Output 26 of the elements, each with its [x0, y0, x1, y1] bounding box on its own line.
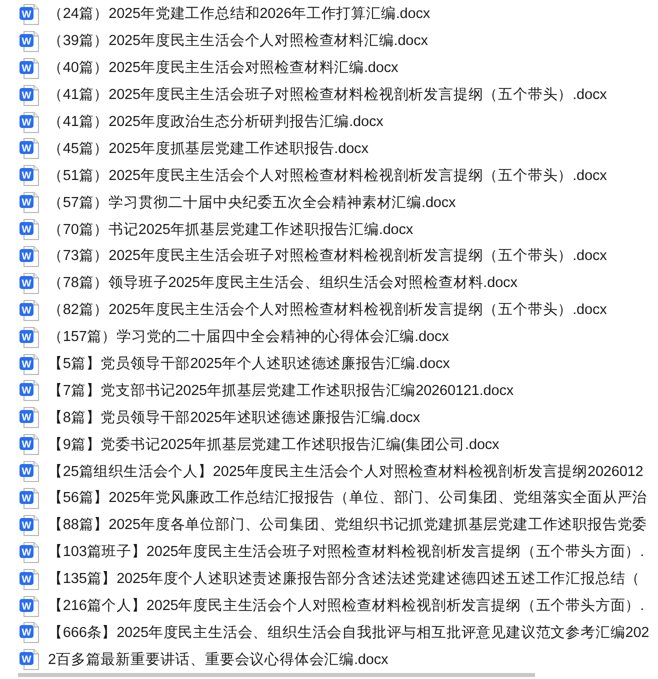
file-name[interactable]: （70篇）书记2025年抓基层党建工作述职报告汇编.docx [48, 220, 414, 240]
file-name[interactable]: 【666条】2025年度民主生活会、组织生活会自我批评与相互批评意见建议范文参考汇编202 [48, 622, 650, 643]
file-name[interactable]: 【5篇】党员领导干部2025年个人述职述德述廉报告汇编.docx [48, 354, 450, 374]
file-name[interactable]: （73篇）2025年度民主生活会班子对照检查材料检视剖析发言提纲（五个带头）.docx [48, 246, 607, 266]
file-name[interactable]: （41篇）2025年度政治生态分析研判报告汇编.docx [48, 112, 384, 132]
file-name[interactable]: 【88篇】2025年度各单位部门、公司集团、党组织书记抓党建抓基层党建工作述职报告党委 [48, 515, 648, 536]
scrollbar[interactable] [18, 673, 535, 678]
file-name[interactable]: 【25篇组织生活会个人】2025年度民主生活会个人对照检查材料检视剖析发言提纲2026012 [48, 462, 644, 482]
file-name[interactable]: 【103篇班子】2025年度民主生活会班子对照检查材料检视剖析发言提纲（五个带头方面）. [48, 542, 644, 562]
file-name[interactable]: （82篇）2025年度民主生活会个人对照检查材料检视剖析发言提纲（五个带头）.docx [48, 300, 607, 320]
file-name[interactable]: （57篇）学习贯彻二十届中央纪委五次全会精神素材汇编.docx [48, 192, 456, 213]
file-name[interactable]: （39篇）2025年度民主生活会个人对照检查材料汇编.docx [48, 31, 428, 52]
file-name[interactable]: （78篇）领导班子2025年度民主生活会、组织生活会对照检查材料.docx [48, 273, 518, 294]
file-name[interactable]: （157篇）学习党的二十届四中全会精神的心得体会汇编.docx [48, 327, 449, 348]
file-name[interactable]: （51篇）2025年度民主生活会个人对照检查材料检视剖析发言提纲（五个带头）.docx [48, 166, 607, 186]
file-name[interactable]: 【56篇】2025年党风廉政工作总结汇报报告（单位、部门、公司集团、党组落实全面从严治 [48, 488, 648, 508]
file-name[interactable]: （24篇）2025年党建工作总结和2026年工作打算汇编.docx [48, 4, 430, 24]
file-name[interactable]: 【135篇】2025年度个人述职述责述廉报告部分含述法述党建述德四述五述工作汇报总结（ [48, 569, 640, 590]
file-name[interactable]: 【7篇】党支部书记2025年抓基层党建工作述职报告汇编20260121.docx [48, 380, 514, 401]
file-name[interactable]: 【216篇个人】2025年度民主生活会个人对照检查材料检视剖析发言提纲（五个带头方面）. [48, 596, 644, 616]
file-name[interactable]: （41篇）2025年度民主生活会班子对照检查材料检视剖析发言提纲（五个带头）.docx [48, 85, 607, 106]
file-name[interactable]: 2百多篇最新重要讲话、重要会议心得体会汇编.docx [48, 650, 388, 670]
file-name[interactable]: 【8篇】党员领导干部2025年述职述德述廉报告汇编.docx [48, 408, 420, 428]
file-name[interactable]: （40篇）2025年度民主生活会对照检查材料汇编.docx [48, 58, 398, 78]
file-name[interactable]: （45篇）2025年度抓基层党建工作述职报告.docx [48, 138, 368, 159]
file-name[interactable]: 【9篇】党委书记2025年抓基层党建工作述职报告汇编(集团公司.docx [48, 434, 500, 455]
